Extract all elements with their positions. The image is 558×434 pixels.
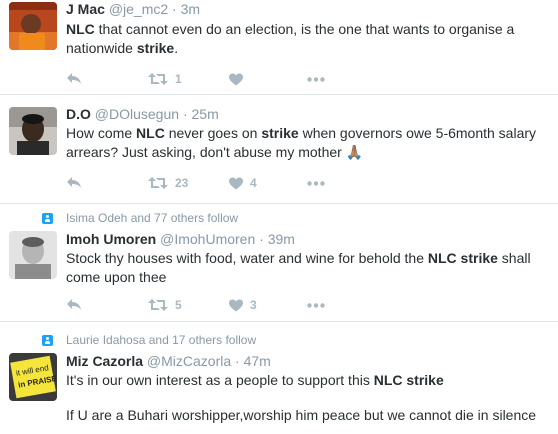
avatar[interactable] bbox=[9, 107, 57, 155]
author-handle[interactable]: @ImohUmoren bbox=[160, 231, 255, 247]
tweet-time[interactable]: 47m bbox=[244, 353, 271, 369]
tweet-header: J Mac @je_mc2 · 3m bbox=[66, 0, 200, 18]
retweet-icon bbox=[148, 177, 168, 189]
hashtag-keyword: NLC bbox=[66, 21, 95, 37]
separator: · bbox=[172, 1, 177, 17]
tweet-do[interactable]: D.O @DOlusegun · 25m How come NLC never … bbox=[0, 95, 558, 204]
person-icon bbox=[42, 335, 53, 346]
author-handle[interactable]: @MizCazorla bbox=[147, 353, 231, 369]
retweet-count: 5 bbox=[175, 298, 182, 312]
tweet-header: D.O @DOlusegun · 25m bbox=[66, 105, 219, 123]
tweet-text: Stock thy houses with food, water and wi… bbox=[66, 249, 548, 287]
tweet-text: NLC that cannot even do an election, is … bbox=[66, 20, 548, 58]
tweet-text-line-2: If U are a Buhari worshipper,worship him… bbox=[66, 407, 537, 423]
person-icon bbox=[42, 213, 53, 224]
heart-icon bbox=[229, 299, 243, 311]
tweet-time[interactable]: 39m bbox=[268, 231, 295, 247]
hashtag-keyword: NLC strike bbox=[373, 372, 444, 388]
author-name[interactable]: D.O bbox=[66, 106, 91, 122]
more-button[interactable] bbox=[307, 174, 325, 192]
heart-icon bbox=[229, 73, 243, 85]
reply-icon bbox=[67, 177, 81, 188]
tweet-text: How come NLC never goes on strike when g… bbox=[66, 124, 548, 162]
social-context: Laurie Idahosa and 17 others follow bbox=[42, 333, 256, 348]
tweet-text-segment: Stock thy houses with food, water and wi… bbox=[66, 250, 428, 266]
retweet-button[interactable]: 23 bbox=[148, 174, 188, 192]
more-button[interactable] bbox=[307, 296, 325, 314]
author-name[interactable]: Miz Cazorla bbox=[66, 353, 143, 369]
like-count: 4 bbox=[250, 176, 257, 190]
tweet-time[interactable]: 3m bbox=[181, 1, 200, 17]
social-context-text[interactable]: Isima Odeh and 77 others follow bbox=[66, 211, 238, 226]
retweet-icon bbox=[148, 73, 168, 85]
retweet-icon bbox=[148, 299, 168, 311]
reply-icon bbox=[67, 299, 81, 310]
retweet-button[interactable]: 1 bbox=[148, 70, 182, 88]
tweet-miz[interactable]: Laurie Idahosa and 17 others follow it w… bbox=[0, 322, 558, 434]
tweet-text-segment: . bbox=[174, 40, 179, 56]
reply-icon bbox=[67, 73, 81, 84]
tweet-text-segment: never goes on bbox=[164, 125, 262, 141]
separator: · bbox=[235, 353, 240, 369]
separator: · bbox=[259, 231, 264, 247]
tweet-time[interactable]: 25m bbox=[192, 106, 219, 122]
tweet-text-segment: 🙏🏽 bbox=[345, 144, 364, 160]
tweet-header: Miz Cazorla @MizCazorla · 47m bbox=[66, 352, 271, 370]
social-context-text[interactable]: Laurie Idahosa and 17 others follow bbox=[66, 333, 256, 348]
reply-button[interactable] bbox=[66, 296, 82, 314]
author-name[interactable]: Imoh Umoren bbox=[66, 231, 156, 247]
like-count: 3 bbox=[250, 298, 257, 312]
more-button[interactable] bbox=[307, 70, 325, 88]
tweet-header: Imoh Umoren @ImohUmoren · 39m bbox=[66, 230, 295, 248]
like-button[interactable] bbox=[229, 70, 250, 88]
heart-icon bbox=[229, 177, 243, 189]
like-button[interactable]: 3 bbox=[229, 296, 257, 314]
like-button[interactable]: 4 bbox=[229, 174, 257, 192]
author-name[interactable]: J Mac bbox=[66, 1, 105, 17]
more-icon bbox=[307, 76, 325, 82]
social-context: Isima Odeh and 77 others follow bbox=[42, 211, 238, 226]
author-handle[interactable]: @DOlusegun bbox=[95, 106, 179, 122]
retweet-count: 23 bbox=[175, 176, 189, 190]
author-handle[interactable]: @je_mc2 bbox=[109, 1, 168, 17]
tweet-imoh[interactable]: Isima Odeh and 77 others follow Imoh Umo… bbox=[0, 204, 558, 322]
avatar[interactable]: it will end in PRAISE bbox=[9, 353, 57, 401]
separator: · bbox=[182, 106, 188, 122]
tweet-text: It's in our own interest as a people to … bbox=[66, 371, 548, 390]
reply-button[interactable] bbox=[66, 70, 82, 88]
tweet-jmac[interactable]: J Mac @je_mc2 · 3m NLC that cannot even … bbox=[0, 0, 558, 95]
reply-button[interactable] bbox=[66, 174, 82, 192]
more-icon bbox=[307, 302, 325, 308]
hashtag-keyword: NLC strike bbox=[427, 250, 498, 266]
hashtag-keyword: NLC bbox=[136, 125, 165, 141]
tweet-text-segment: that cannot even do an election, is the … bbox=[66, 21, 515, 56]
hashtag-keyword: strike bbox=[136, 40, 175, 56]
hashtag-keyword: strike bbox=[261, 125, 299, 141]
avatar[interactable] bbox=[9, 2, 57, 50]
more-icon bbox=[307, 180, 325, 186]
avatar[interactable] bbox=[9, 231, 57, 279]
tweet-text-segment: How come bbox=[66, 125, 137, 141]
retweet-count: 1 bbox=[175, 72, 182, 86]
tweet-text-segment: It's in our own interest as a people to … bbox=[66, 372, 374, 388]
retweet-button[interactable]: 5 bbox=[148, 296, 182, 314]
